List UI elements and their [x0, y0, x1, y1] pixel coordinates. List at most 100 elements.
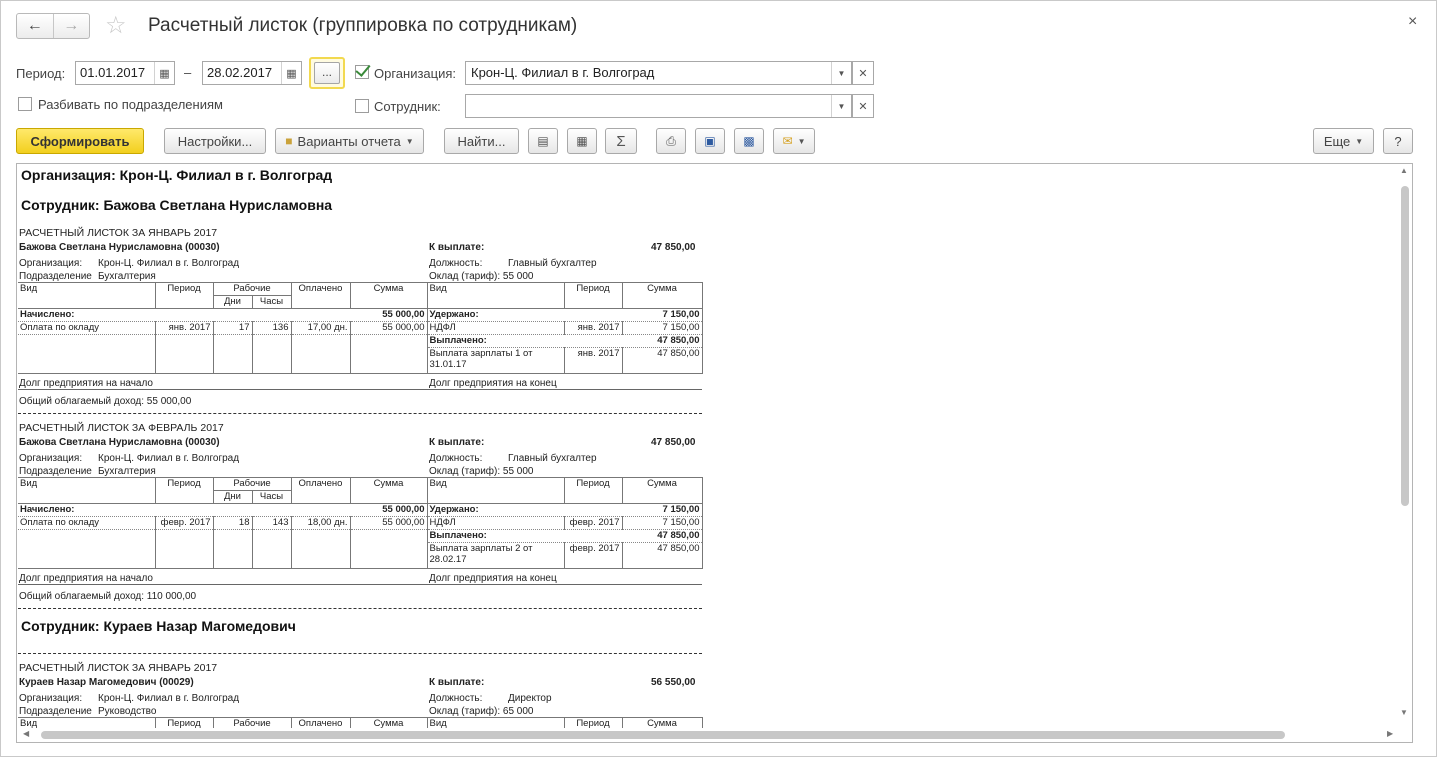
payslip-table: Вид Период Рабочие Оплачено Сумма Вид Пе… — [18, 282, 703, 374]
accrual-hours: 136 — [251, 321, 291, 335]
page-break-line — [18, 653, 702, 654]
close-icon[interactable]: × — [1408, 13, 1417, 31]
settings-button[interactable]: Настройки... — [164, 128, 266, 154]
accrued-label: Начислено: — [18, 503, 155, 517]
table-row: Выплачено: 47 850,00 — [18, 334, 703, 348]
employee-header: Сотрудник: Бажова Светлана Нурисламовна — [21, 197, 333, 213]
paid-total: 47 850,00 — [622, 529, 703, 543]
calendar-icon[interactable]: ▦ — [154, 62, 174, 84]
period-label: Период: — [16, 66, 66, 81]
more-button[interactable]: Еще ▼ — [1313, 128, 1374, 154]
col-paid: Оплачено — [290, 477, 350, 504]
organization-checkbox[interactable] — [355, 65, 369, 79]
help-button[interactable]: ? — [1383, 128, 1413, 154]
organization-field[interactable]: Крон-Ц. Филиал в г. Волгоград ▼ — [465, 61, 852, 85]
employee-field[interactable]: ▼ — [465, 94, 852, 118]
find-button[interactable]: Найти... — [444, 128, 519, 154]
accrual-name: Оплата по окладу — [18, 321, 155, 335]
page-break-line — [18, 608, 702, 609]
scroll-up-icon[interactable]: ▲ — [1400, 166, 1408, 175]
send-email-button[interactable]: ✉ ▼ — [773, 128, 815, 154]
divider — [18, 389, 702, 390]
payslip-footer: Долг предприятия на начало Долг предприя… — [18, 573, 702, 613]
settings-label: Настройки... — [177, 133, 253, 149]
scroll-left-icon[interactable]: ◀ — [23, 729, 29, 738]
position-value: Главный бухгалтер — [508, 258, 597, 269]
collapse-groups-button[interactable]: ▤ — [528, 128, 558, 154]
report-document[interactable]: Организация: Крон-Ц. Филиал в г. Волгогр… — [16, 163, 1413, 743]
department-label: Подразделение — [19, 466, 92, 477]
department-value: Руководство — [98, 706, 157, 717]
report-variants-button[interactable]: ■ Варианты отчета ▼ — [275, 128, 424, 154]
date-to-input[interactable]: 28.02.2017 ▦ — [202, 61, 302, 85]
save-button[interactable]: ▩ — [734, 128, 764, 154]
employee-name: Бажова Светлана Нурисламовна (00030) — [19, 242, 220, 253]
chevron-down-icon[interactable]: ▼ — [831, 62, 851, 84]
envelope-icon: ✉ — [782, 134, 793, 148]
debt-end-label: Долг предприятия на конец — [429, 378, 557, 389]
scrollbar-thumb[interactable] — [1401, 186, 1409, 506]
date-from-input[interactable]: 01.01.2017 ▦ — [75, 61, 175, 85]
employee-name: Кураев Назар Магомедович (00029) — [19, 677, 194, 688]
accrual-period: янв. 2017 — [154, 321, 213, 335]
withholding-sum: 7 150,00 — [621, 516, 703, 530]
chevron-down-icon: ▼ — [405, 136, 414, 146]
employee-clear-button[interactable]: ✕ — [852, 94, 874, 118]
calendar-icon[interactable]: ▦ — [281, 62, 301, 84]
print-preview-button[interactable]: ▣ — [695, 128, 725, 154]
preview-icon: ▣ — [704, 134, 716, 148]
payout-period: янв. 2017 — [563, 347, 622, 374]
payslip-block: РАСЧЕТНЫЙ ЛИСТОК ЗА ФЕВРАЛЬ 2017 Бажова … — [18, 422, 702, 482]
withholding-period: янв. 2017 — [563, 321, 622, 335]
col-paid: Оплачено — [290, 282, 350, 309]
payslip-title: РАСЧЕТНЫЙ ЛИСТОК ЗА ЯНВАРЬ 2017 — [19, 227, 218, 239]
horizontal-scrollbar[interactable]: ◀ ▶ — [17, 728, 1412, 742]
col-hours: Часы — [251, 490, 291, 504]
find-label: Найти... — [457, 133, 506, 149]
forward-button[interactable]: → — [52, 14, 90, 38]
select-period-button[interactable]: ... — [309, 57, 345, 89]
clear-icon: ✕ — [858, 67, 868, 80]
accrual-days: 18 — [212, 516, 252, 530]
col-sum: Сумма — [349, 477, 427, 504]
payslip-title: РАСЧЕТНЫЙ ЛИСТОК ЗА ЯНВАРЬ 2017 — [19, 662, 218, 674]
vertical-scrollbar[interactable]: ▲ ▼ — [1398, 164, 1412, 730]
to-pay-label: К выплате: — [429, 242, 485, 253]
organization-clear-button[interactable]: ✕ — [852, 61, 874, 85]
scroll-down-icon[interactable]: ▼ — [1400, 708, 1408, 717]
period-dash: – — [184, 65, 192, 80]
split-by-department-checkbox[interactable] — [18, 97, 32, 111]
report-variants-label: Варианты отчета — [297, 133, 401, 149]
table-row: Выплата зарплаты 1 от 31.01.17 янв. 2017 … — [18, 347, 703, 374]
scrollbar-thumb[interactable] — [41, 731, 1285, 739]
arrow-left-icon: ← — [26, 17, 43, 34]
printer-icon: ⎙ — [666, 133, 676, 148]
chevron-down-icon: ▼ — [797, 136, 806, 146]
withholding-period: февр. 2017 — [563, 516, 622, 530]
to-pay-amount: 47 850,00 — [651, 242, 696, 253]
accrual-hours: 143 — [251, 516, 291, 530]
position-value: Директор — [508, 693, 552, 704]
org-label: Организация: — [19, 453, 83, 464]
sum-button[interactable]: Σ — [605, 128, 637, 154]
scroll-right-icon[interactable]: ▶ — [1387, 729, 1393, 738]
generate-button[interactable]: Сформировать — [16, 128, 144, 154]
payslip-block: РАСЧЕТНЫЙ ЛИСТОК ЗА ЯНВАРЬ 2017 Кураев Н… — [18, 662, 702, 722]
help-label: ? — [1394, 133, 1402, 149]
chevron-down-icon[interactable]: ▼ — [831, 95, 851, 117]
paid-total: 47 850,00 — [622, 334, 703, 348]
more-label: Еще — [1323, 133, 1351, 149]
table-header-row: Вид Период Рабочие Оплачено Сумма Вид Пе… — [18, 477, 703, 504]
accrual-paid: 17,00 дн. — [290, 321, 350, 335]
employee-checkbox[interactable] — [355, 99, 369, 113]
generate-label: Сформировать — [30, 133, 130, 149]
payslip-table: Вид Период Рабочие Оплачено Сумма Вид Пе… — [18, 477, 703, 569]
back-button[interactable]: ← — [17, 14, 53, 38]
chevron-down-icon: ▼ — [1355, 136, 1364, 146]
star-icon[interactable]: ☆ — [105, 13, 127, 39]
print-button[interactable]: ⎙ — [656, 128, 686, 154]
col-vid: Вид — [18, 282, 155, 309]
accrual-period: февр. 2017 — [154, 516, 213, 530]
expand-groups-button[interactable]: ▦ — [567, 128, 597, 154]
organization-value: Крон-Ц. Филиал в г. Волгоград — [471, 65, 655, 80]
